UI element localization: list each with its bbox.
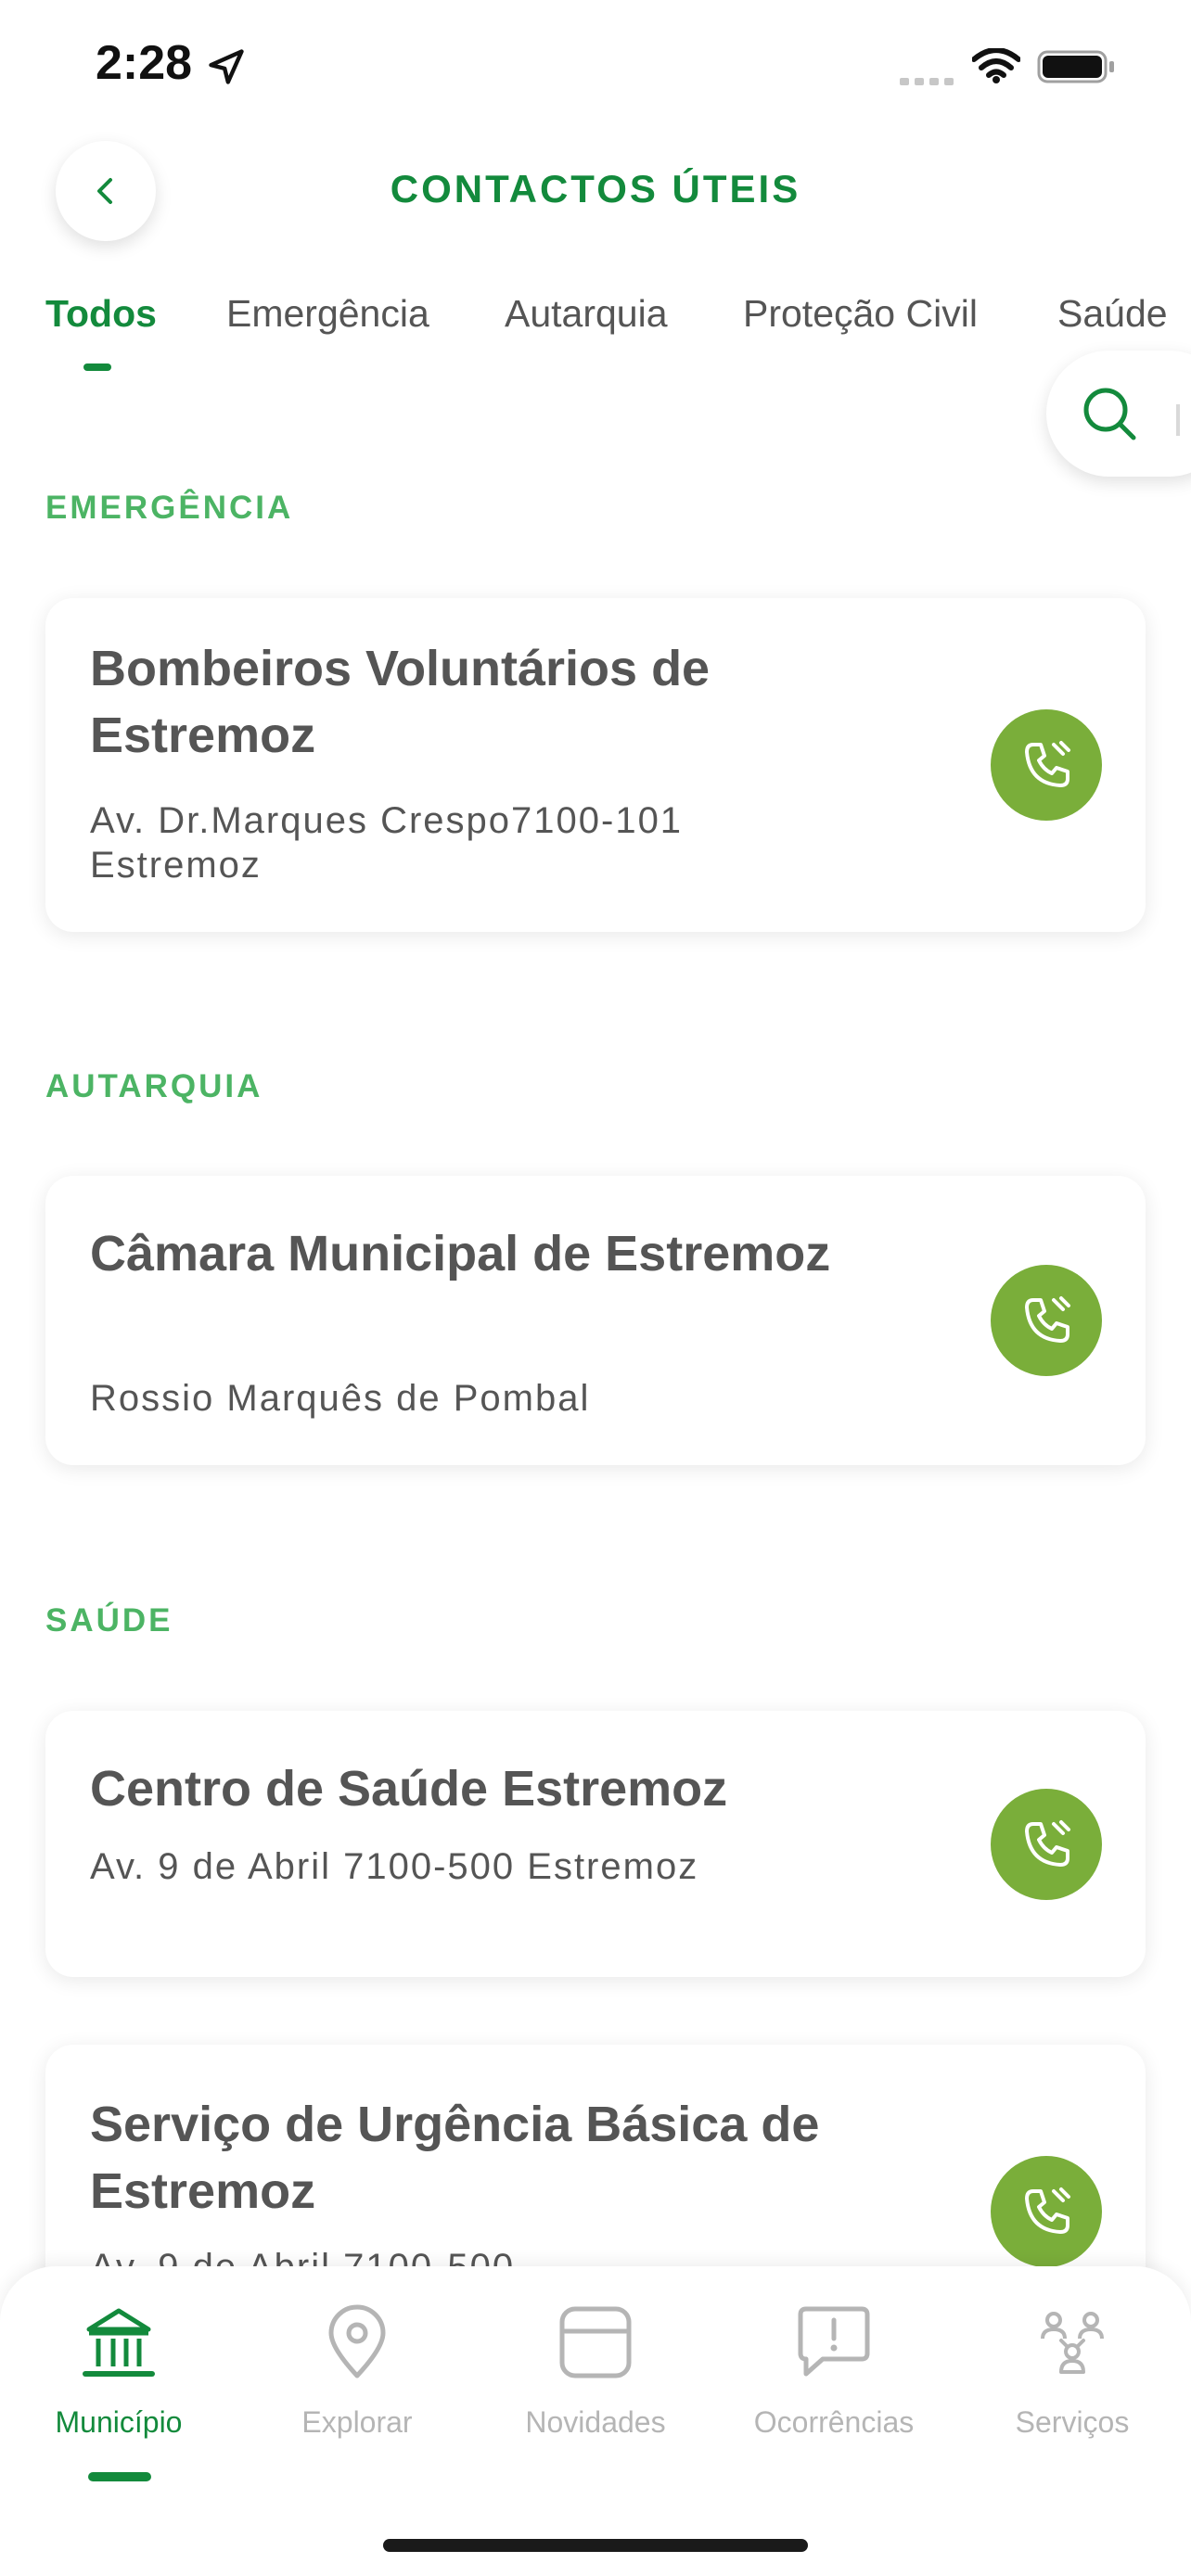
nav-label: Novidades — [525, 2405, 666, 2439]
section-title-autarquia: AUTARQUIA — [45, 1068, 263, 1104]
contact-address: Av. Dr.Marques Crespo7100-101 Estremoz — [90, 800, 684, 886]
battery-icon — [1037, 50, 1114, 83]
map-pin-icon — [328, 2304, 386, 2378]
section-title-saude: SAÚDE — [45, 1602, 173, 1639]
municipality-icon — [83, 2308, 155, 2377]
status-time: 2:28 — [96, 36, 193, 90]
nav-tab-explorar[interactable]: Explorar — [255, 2303, 459, 2452]
active-tab-indicator — [83, 363, 111, 371]
nav-label: Explorar — [301, 2405, 413, 2439]
tab-protecao-civil[interactable]: Proteção Civil — [743, 292, 978, 336]
nav-tab-municipio[interactable]: Município — [17, 2303, 221, 2452]
contact-name: Bombeiros Voluntários de Estremoz — [90, 641, 711, 763]
services-icon — [1041, 2312, 1104, 2374]
page-title: CONTACTOS ÚTEIS — [390, 167, 801, 210]
nav-tab-ocorrencias[interactable]: Ocorrências — [732, 2303, 936, 2452]
active-nav-indicator — [88, 2472, 151, 2481]
tab-emergencia[interactable]: Emergência — [226, 292, 429, 336]
category-tabs: Todos Emergência Autarquia Proteção Civi… — [0, 292, 1191, 385]
tab-autarquia[interactable]: Autarquia — [505, 292, 668, 336]
nav-label: Ocorrências — [753, 2405, 915, 2439]
phone-call-icon — [1025, 1296, 1070, 1343]
phone-call-icon — [1025, 2187, 1070, 2234]
tab-saude[interactable]: Saúde — [1057, 292, 1168, 336]
alert-bubble-icon — [798, 2306, 870, 2377]
tab-todos[interactable]: Todos — [45, 292, 157, 336]
phone-call-icon — [1025, 1820, 1070, 1867]
call-button[interactable] — [991, 1265, 1102, 1376]
contact-name: Serviço de Urgência Básica de Estremoz — [90, 2097, 820, 2219]
contact-card[interactable]: Câmara Municipal de Estremoz Rossio Marq… — [45, 1176, 1146, 1465]
location-arrow-icon — [209, 49, 244, 84]
search-button[interactable] — [1046, 351, 1191, 477]
status-bar: 2:28 — [0, 0, 1191, 134]
contact-name: Câmara Municipal de Estremoz — [90, 1226, 831, 1282]
call-button[interactable] — [991, 709, 1102, 821]
nav-label: Município — [55, 2405, 183, 2439]
phone-call-icon — [1025, 741, 1070, 787]
nav-tab-novidades[interactable]: Novidades — [493, 2303, 698, 2452]
contact-address: Rossio Marquês de Pombal — [90, 1378, 591, 1419]
nav-tab-servicos[interactable]: Serviços — [970, 2303, 1174, 2452]
call-button[interactable] — [991, 1789, 1102, 1900]
contact-card[interactable]: Bombeiros Voluntários de Estremoz Av. Dr… — [45, 598, 1146, 932]
bottom-tab-bar: Município Explorar Novidades Ocorrências — [0, 2266, 1191, 2576]
search-icon — [1083, 388, 1136, 440]
search-field-divider — [1176, 404, 1180, 436]
wifi-icon — [972, 48, 1020, 83]
home-indicator — [383, 2539, 808, 2552]
news-icon — [559, 2306, 632, 2378]
contact-name: Centro de Saúde Estremoz — [90, 1761, 728, 1817]
nav-label: Serviços — [1015, 2405, 1130, 2439]
call-button[interactable] — [991, 2156, 1102, 2267]
section-title-emergencia: EMERGÊNCIA — [45, 490, 294, 526]
contact-card[interactable]: Centro de Saúde Estremoz Av. 9 de Abril … — [45, 1711, 1146, 1977]
contact-address: Av. 9 de Abril 7100-500 Estremoz — [90, 1846, 699, 1887]
cellular-signal-icon — [900, 78, 954, 85]
